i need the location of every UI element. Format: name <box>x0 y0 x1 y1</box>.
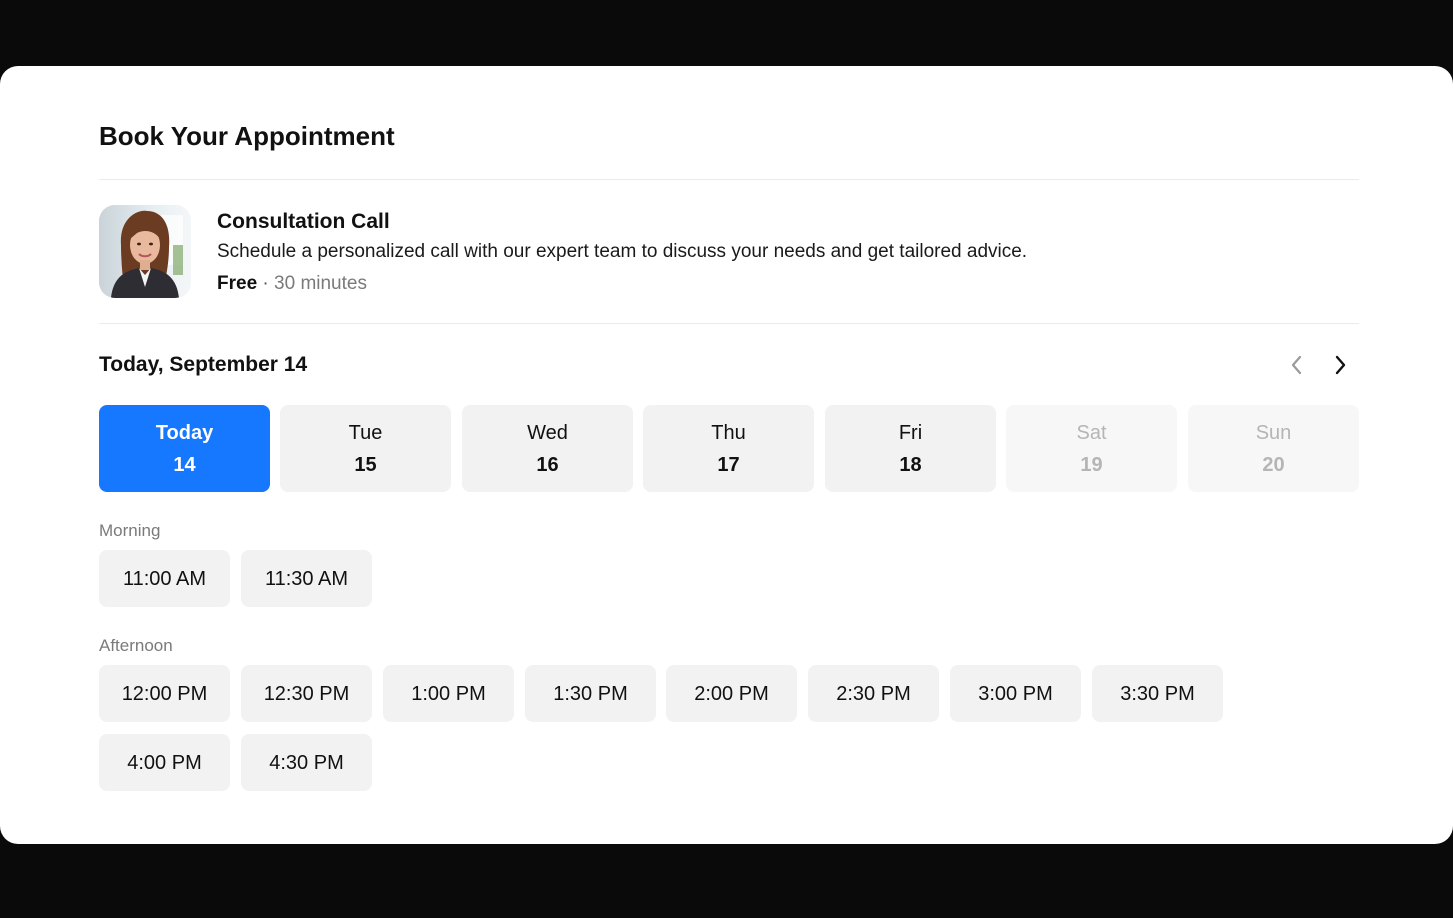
day-option-sat: Sat 19 <box>1006 405 1177 492</box>
day-option-sun: Sun 20 <box>1188 405 1359 492</box>
next-week-button[interactable] <box>1325 350 1355 380</box>
time-slot-button[interactable]: 4:00 PM <box>99 734 230 791</box>
day-option-thu[interactable]: Thu 17 <box>643 405 814 492</box>
day-option-tue[interactable]: Tue 15 <box>280 405 451 492</box>
divider <box>99 179 1359 180</box>
service-duration: 30 minutes <box>274 273 367 294</box>
day-name: Fri <box>898 421 923 444</box>
day-name: Thu <box>711 421 746 444</box>
time-slot-button[interactable]: 3:00 PM <box>950 665 1081 722</box>
time-slot-button[interactable]: 2:00 PM <box>666 665 797 722</box>
meta-separator: · <box>262 273 269 294</box>
day-number: 18 <box>899 453 922 476</box>
selected-date-heading: Today, September 14 <box>99 353 308 376</box>
service-meta: Free · 30 minutes <box>217 272 367 296</box>
time-slot-button[interactable]: 12:30 PM <box>241 665 372 722</box>
day-name: Sun <box>1255 421 1292 444</box>
day-option-fri[interactable]: Fri 18 <box>825 405 996 492</box>
person-portrait-photo <box>99 205 191 298</box>
morning-label: Morning <box>99 521 161 540</box>
day-name: Wed <box>527 421 568 444</box>
service-price: Free <box>217 273 258 294</box>
booking-card: Book Your Appointment Consultation Call … <box>0 66 1453 844</box>
chevron-left-icon <box>1291 355 1302 375</box>
day-number: 20 <box>1262 453 1285 476</box>
day-name: Today <box>155 421 214 444</box>
previous-week-button[interactable] <box>1282 350 1312 380</box>
time-slot-button[interactable]: 11:00 AM <box>99 550 230 607</box>
day-number: 19 <box>1080 453 1103 476</box>
divider <box>99 323 1359 324</box>
service-summary: Consultation Call Schedule a personalize… <box>99 205 1359 299</box>
service-description: Schedule a personalized call with our ex… <box>217 241 1028 262</box>
chevron-right-icon <box>1335 355 1346 375</box>
day-name: Tue <box>348 421 383 444</box>
time-slot-button[interactable]: 1:30 PM <box>525 665 656 722</box>
afternoon-label: Afternoon <box>99 636 173 655</box>
service-name: Consultation Call <box>217 210 390 233</box>
day-number: 14 <box>173 453 196 476</box>
time-slot-button[interactable]: 4:30 PM <box>241 734 372 791</box>
day-picker: Today 14 Tue 15 Wed 16 Thu 17 Fri 18 Sat… <box>99 405 1359 492</box>
time-slot-button[interactable]: 3:30 PM <box>1092 665 1223 722</box>
page-title: Book Your Appointment <box>99 121 395 151</box>
day-number: 16 <box>536 453 559 476</box>
time-slot-button[interactable]: 11:30 AM <box>241 550 372 607</box>
time-slot-button[interactable]: 2:30 PM <box>808 665 939 722</box>
time-slot-button[interactable]: 12:00 PM <box>99 665 230 722</box>
day-number: 15 <box>354 453 377 476</box>
time-slot-button[interactable]: 1:00 PM <box>383 665 514 722</box>
day-option-today[interactable]: Today 14 <box>99 405 270 492</box>
day-option-wed[interactable]: Wed 16 <box>462 405 633 492</box>
day-name: Sat <box>1076 421 1107 444</box>
day-number: 17 <box>717 453 740 476</box>
avatar <box>99 205 191 298</box>
